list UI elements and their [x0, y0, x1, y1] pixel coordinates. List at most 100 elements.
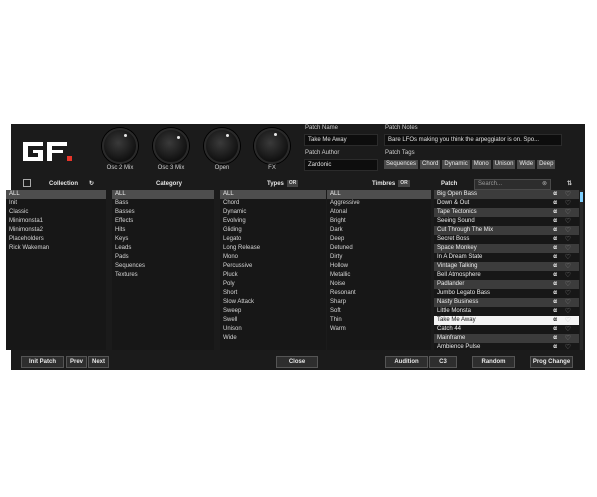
- filter-open-knob[interactable]: [204, 128, 240, 164]
- audition-note-field[interactable]: C3: [429, 356, 457, 368]
- timbre-item[interactable]: Sharp: [327, 298, 431, 307]
- category-item[interactable]: Basses: [112, 208, 214, 217]
- collection-item[interactable]: Init: [6, 199, 106, 208]
- favorite-heart-icon[interactable]: ♡: [565, 208, 571, 217]
- ab-compare-icon[interactable]: α: [553, 208, 557, 217]
- patch-list-scrollbar[interactable]: [580, 190, 583, 350]
- category-item[interactable]: Leads: [112, 244, 214, 253]
- types-or-toggle[interactable]: OR: [286, 179, 299, 187]
- ab-compare-icon[interactable]: α: [553, 217, 557, 226]
- type-item[interactable]: Sweep: [220, 307, 326, 316]
- search-input[interactable]: Search... ⊗: [474, 179, 551, 190]
- favorite-heart-icon[interactable]: ♡: [565, 199, 571, 208]
- favorite-heart-icon[interactable]: ♡: [565, 244, 571, 253]
- tag-chip[interactable]: Wide: [517, 160, 536, 169]
- timbre-item[interactable]: Deep: [327, 235, 431, 244]
- patch-row[interactable]: Little Monsta α ♡: [434, 307, 579, 316]
- patch-row[interactable]: Mainframe α ♡: [434, 334, 579, 343]
- audition-button[interactable]: Audition: [385, 356, 428, 368]
- favorite-heart-icon[interactable]: ♡: [565, 190, 571, 199]
- ab-compare-icon[interactable]: α: [553, 325, 557, 334]
- tag-chip[interactable]: Deep: [537, 160, 556, 169]
- patch-row[interactable]: Big Open Bass α ♡: [434, 190, 579, 199]
- timbre-item[interactable]: ALL: [327, 190, 431, 199]
- ab-compare-icon[interactable]: α: [553, 307, 557, 316]
- refresh-icon[interactable]: ↻: [89, 178, 94, 190]
- patch-row[interactable]: Take Me Away α ♡: [434, 316, 579, 325]
- type-item[interactable]: Long Release: [220, 244, 326, 253]
- patch-row[interactable]: Cut Through The Mix α ♡: [434, 226, 579, 235]
- patch-row[interactable]: Jumbo Legato Bass α ♡: [434, 289, 579, 298]
- favorite-heart-icon[interactable]: ♡: [565, 307, 571, 316]
- ab-compare-icon[interactable]: α: [553, 343, 557, 350]
- timbres-or-toggle[interactable]: OR: [398, 179, 410, 187]
- next-button[interactable]: Next: [88, 356, 109, 368]
- patch-row[interactable]: Catch 44 α ♡: [434, 325, 579, 334]
- favorite-heart-icon[interactable]: ♡: [565, 262, 571, 271]
- collection-item[interactable]: Minimonsta2: [6, 226, 106, 235]
- prev-button[interactable]: Prev: [66, 356, 87, 368]
- favorite-heart-icon[interactable]: ♡: [565, 235, 571, 244]
- tag-chip[interactable]: Sequences: [384, 160, 419, 169]
- ab-compare-icon[interactable]: α: [553, 253, 557, 262]
- timbre-item[interactable]: Aggressive: [327, 199, 431, 208]
- favorite-heart-icon[interactable]: ♡: [565, 226, 571, 235]
- patch-row[interactable]: Bell Atmosphere α ♡: [434, 271, 579, 280]
- type-item[interactable]: Dynamic: [220, 208, 326, 217]
- tag-chip[interactable]: Unison: [492, 160, 516, 169]
- ab-compare-icon[interactable]: α: [553, 316, 557, 325]
- fx-knob[interactable]: [254, 128, 290, 164]
- timbre-item[interactable]: Soft: [327, 307, 431, 316]
- ab-compare-icon[interactable]: α: [553, 226, 557, 235]
- ab-compare-icon[interactable]: α: [553, 199, 557, 208]
- ab-compare-icon[interactable]: α: [553, 289, 557, 298]
- favorite-heart-icon[interactable]: ♡: [565, 325, 571, 334]
- ab-compare-icon[interactable]: α: [553, 262, 557, 271]
- type-item[interactable]: Pluck: [220, 271, 326, 280]
- tag-chip[interactable]: Dynamic: [442, 160, 470, 169]
- patch-row[interactable]: Vintage Talking α ♡: [434, 262, 579, 271]
- ab-compare-icon[interactable]: α: [553, 298, 557, 307]
- category-item[interactable]: Bass: [112, 199, 214, 208]
- sort-icon[interactable]: ⇅: [567, 178, 572, 190]
- patch-row[interactable]: Down & Out α ♡: [434, 199, 579, 208]
- favorite-heart-icon[interactable]: ♡: [565, 316, 571, 325]
- patch-row[interactable]: Ambience Pulse α ♡: [434, 343, 579, 350]
- collection-item[interactable]: Classic: [6, 208, 106, 217]
- collection-item[interactable]: Rick Wakeman: [6, 244, 106, 253]
- patch-row[interactable]: Nasty Business α ♡: [434, 298, 579, 307]
- ab-compare-icon[interactable]: α: [553, 244, 557, 253]
- category-item[interactable]: Hits: [112, 226, 214, 235]
- favorite-heart-icon[interactable]: ♡: [565, 271, 571, 280]
- tag-chip[interactable]: Chord: [420, 160, 441, 169]
- favorite-heart-icon[interactable]: ♡: [565, 289, 571, 298]
- type-item[interactable]: Slow Attack: [220, 298, 326, 307]
- type-item[interactable]: Mono: [220, 253, 326, 262]
- favorite-heart-icon[interactable]: ♡: [565, 334, 571, 343]
- favorite-heart-icon[interactable]: ♡: [565, 280, 571, 289]
- favorite-heart-icon[interactable]: ♡: [565, 298, 571, 307]
- type-item[interactable]: Wide: [220, 334, 326, 343]
- timbre-item[interactable]: Dark: [327, 226, 431, 235]
- patch-row[interactable]: In A Dream State α ♡: [434, 253, 579, 262]
- timbre-item[interactable]: Metallic: [327, 271, 431, 280]
- type-item[interactable]: Unison: [220, 325, 326, 334]
- favorite-heart-icon[interactable]: ♡: [565, 253, 571, 262]
- patch-row[interactable]: Space Monkey α ♡: [434, 244, 579, 253]
- patch-row[interactable]: Secret Boss α ♡: [434, 235, 579, 244]
- category-item[interactable]: Pads: [112, 253, 214, 262]
- ab-compare-icon[interactable]: α: [553, 235, 557, 244]
- clear-search-icon[interactable]: ⊗: [542, 180, 547, 189]
- category-item[interactable]: ALL: [112, 190, 214, 199]
- patch-row[interactable]: Tape Tectonics α ♡: [434, 208, 579, 217]
- type-item[interactable]: Gliding: [220, 226, 326, 235]
- timbre-item[interactable]: Detuned: [327, 244, 431, 253]
- ab-compare-icon[interactable]: α: [553, 334, 557, 343]
- timbre-item[interactable]: Hollow: [327, 262, 431, 271]
- osc3-mix-knob[interactable]: [153, 128, 189, 164]
- ab-compare-icon[interactable]: α: [553, 190, 557, 199]
- close-button[interactable]: Close: [276, 356, 318, 368]
- patch-author-field[interactable]: Zardonic: [304, 159, 378, 171]
- category-item[interactable]: Sequences: [112, 262, 214, 271]
- timbre-item[interactable]: Warm: [327, 325, 431, 334]
